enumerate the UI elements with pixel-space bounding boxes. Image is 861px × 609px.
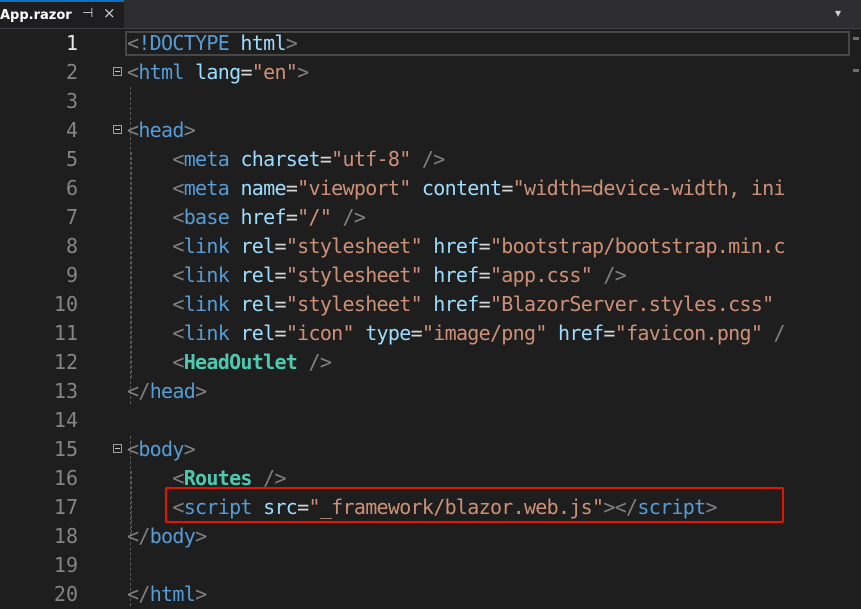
line-number: 18	[53, 524, 78, 548]
code-line: 5 <meta charset="utf-8" />	[0, 145, 861, 174]
line-number: 8	[65, 234, 78, 258]
line-number: 3	[65, 89, 78, 113]
line-number: 6	[65, 176, 78, 200]
code-line: 13 </head>	[0, 377, 861, 406]
code-line: 18 </body>	[0, 522, 861, 551]
tab-bar: App.razor ⊣ × ▾	[0, 0, 861, 29]
code-text: <base href="/" />	[172, 205, 366, 229]
code-text: <link rel="stylesheet" href="BlazorServe…	[172, 292, 774, 316]
code-text: <HeadOutlet />	[172, 350, 332, 374]
code-text: <!DOCTYPE html>	[127, 31, 298, 55]
code-line: 9 <link rel="stylesheet" href="app.css" …	[0, 261, 861, 290]
close-icon[interactable]: ×	[103, 4, 116, 22]
scroll-marker	[853, 69, 859, 72]
code-editor[interactable]: 1 <!DOCTYPE html> 2 <html lang="en"> 3 4…	[0, 29, 861, 606]
line-number: 7	[65, 205, 78, 229]
code-text: <meta name="viewport" content="width=dev…	[172, 176, 785, 200]
tab-app-razor[interactable]: App.razor ⊣ ×	[0, 0, 124, 28]
code-text: </html>	[127, 582, 207, 606]
code-text: <link rel="icon" type="image/png" href="…	[172, 321, 785, 345]
code-line: 20 </html>	[0, 580, 861, 609]
line-number: 1	[65, 31, 78, 55]
code-text: <head>	[127, 118, 196, 142]
line-number: 19	[53, 553, 78, 577]
line-number: 15	[53, 437, 78, 461]
line-number: 17	[53, 495, 78, 519]
code-line: 14	[0, 406, 861, 435]
code-text: <link rel="stylesheet" href="app.css" />	[172, 263, 627, 287]
highlight-box	[165, 487, 784, 523]
code-line: 3	[0, 87, 861, 116]
chevron-down-icon[interactable]: ▾	[835, 6, 841, 20]
code-line: 10 <link rel="stylesheet" href="BlazorSe…	[0, 290, 861, 319]
line-number: 2	[65, 60, 78, 84]
code-text: </head>	[127, 379, 207, 403]
line-number: 9	[65, 263, 78, 287]
code-line: 12 <HeadOutlet />	[0, 348, 861, 377]
tab-title: App.razor	[0, 7, 72, 23]
code-text: </body>	[127, 524, 207, 548]
code-line: 15 <body>	[0, 435, 861, 464]
pin-icon[interactable]: ⊣	[82, 6, 93, 21]
line-number: 10	[53, 292, 78, 316]
code-line: 8 <link rel="stylesheet" href="bootstrap…	[0, 232, 861, 261]
code-line: 19	[0, 551, 861, 580]
code-line: 1 <!DOCTYPE html>	[0, 29, 861, 58]
line-number: 13	[53, 379, 78, 403]
code-line: 11 <link rel="icon" type="image/png" hre…	[0, 319, 861, 348]
line-number: 5	[65, 147, 78, 171]
code-line: 6 <meta name="viewport" content="width=d…	[0, 174, 861, 203]
code-line: 4 <head>	[0, 116, 861, 145]
collapse-icon[interactable]	[113, 444, 122, 453]
line-number: 11	[53, 321, 78, 345]
line-number: 4	[65, 118, 78, 142]
collapse-icon[interactable]	[113, 125, 122, 134]
vertical-scrollbar[interactable]	[850, 29, 861, 606]
code-text: <meta charset="utf-8" />	[172, 147, 445, 171]
code-text: <html lang="en">	[127, 60, 309, 84]
line-number: 12	[53, 350, 78, 374]
scroll-marker	[853, 37, 859, 40]
line-number: 20	[53, 582, 78, 606]
line-number: 16	[53, 466, 78, 490]
collapse-icon[interactable]	[113, 67, 122, 76]
code-line: 2 <html lang="en">	[0, 58, 861, 87]
code-line: 7 <base href="/" />	[0, 203, 861, 232]
code-text: <body>	[127, 437, 196, 461]
code-text: <link rel="stylesheet" href="bootstrap/b…	[172, 234, 785, 258]
line-number: 14	[53, 408, 78, 432]
